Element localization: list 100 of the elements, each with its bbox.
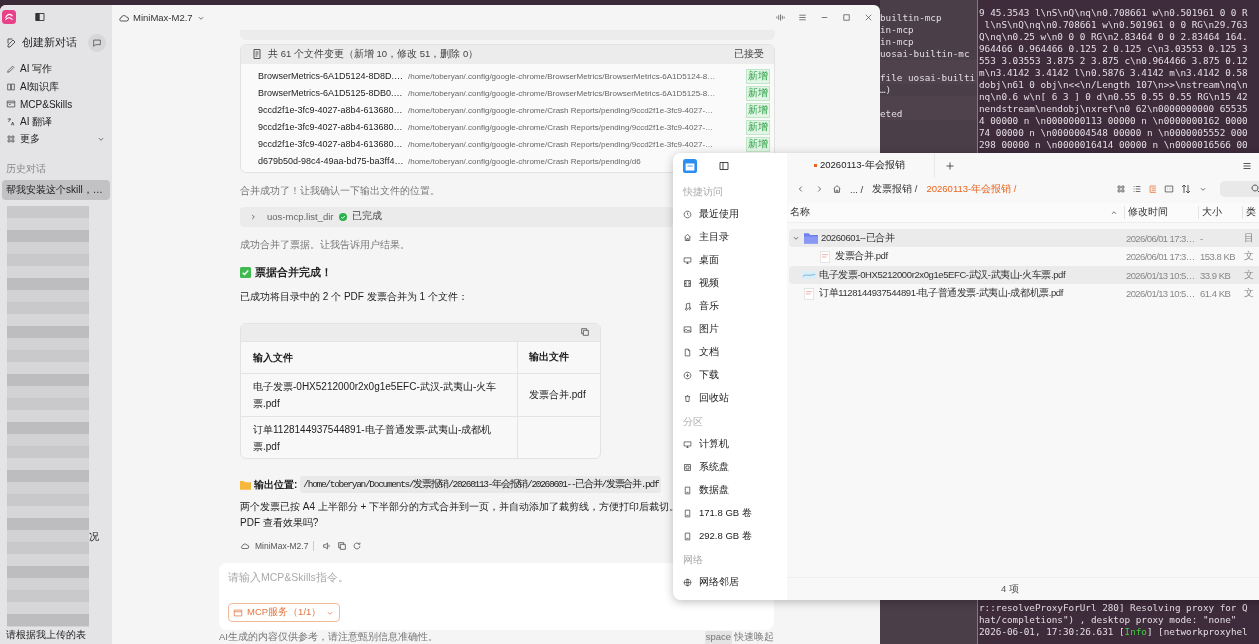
grid-icon [6,134,16,145]
sidebar-item-label: 图片 [699,323,719,336]
file-name[interactable]: 9ccd2f1e-3fc9-4027-a8b4-613680… [258,139,408,150]
sidebar-item[interactable]: 音乐 [683,295,787,318]
sidebar-item[interactable]: 文档 [683,341,787,364]
history-item[interactable]: 帮我安装这个skill，… [2,179,110,200]
maximize-icon[interactable] [841,12,852,23]
table-cell: 订单1128144937544891-电子普通发票-武夷山-成都机票.pdf [241,416,518,458]
modified-time: 2026/01/13 10:5… [1126,269,1196,281]
monitor-icon [683,440,692,449]
history-item[interactable]: 请根据我上传的表 [0,627,112,644]
nav-label: MCP&Skills [20,98,73,110]
sidebar-item[interactable]: 网络邻居 [683,571,787,594]
close-icon[interactable] [863,12,874,23]
copy-icon[interactable] [337,541,348,551]
added-badge: 新增 [746,119,770,135]
column-header[interactable]: 修改时间 [1124,206,1198,219]
table-header: 输出文件 [528,350,570,365]
file-row[interactable]: 20260601--已合并 2026/06/01 17:3… - 目 [789,229,1259,247]
file-name[interactable]: 9ccd2f1e-3fc9-4027-a8b4-613680… [258,122,408,133]
sidebar-item[interactable]: 数据盘 [683,479,787,502]
sidebar-item[interactable]: 系统盘 [683,456,787,479]
file-path: /home/toberyan/.config/google-chrome/Crash Reports/pending/9ccd2f1e-3fc9-4027-… [408,105,714,115]
chat-bubble-button[interactable] [88,34,106,52]
terminal-line: 964466 0.964466 0.125 2 0.125 c\n3.03553 0.125 3 [979,43,1249,55]
nav-label: AI 写作 [20,62,53,77]
file-row[interactable]: 发票合并.pdf 2026/06/01 17:3… 153.8 KB 文 [789,247,1259,266]
terminal-line: nendstream\nendobj\nxref\n0 62\n0000000000 65535 [979,103,1249,115]
menu-icon[interactable] [797,12,808,23]
sidebar-item[interactable]: 图片 [683,318,787,341]
sidebar-item[interactable]: 回收站 [683,387,787,410]
sort-icon[interactable] [1179,183,1192,195]
new-chat-button[interactable]: 创建新对话 [6,36,77,50]
tree-view-icon[interactable] [1147,184,1158,194]
file-name[interactable]: BrowserMetrics-6A1D5124-8D8D.… [258,71,408,82]
file-name: 发票合并.pdf [835,250,888,263]
sidebar-nav-item[interactable]: AI知识库 [0,80,112,93]
terminal-line: hat/completions") , desktop proxy mode: "none" [979,614,1238,626]
column-header[interactable]: 类 [1242,206,1256,219]
terminal-line: 553 3.03553 3.875 2 3.875 c\n0.964466 3.875 0.12 [979,55,1249,67]
file-name[interactable]: BrowserMetrics-6A1D5125-8DB0.… [258,88,408,99]
list-view-icon[interactable] [1131,184,1142,194]
sidebar-nav-item[interactable]: AI 翻译 [0,115,112,128]
item-count: 4 项 [1001,582,1019,596]
model-name: MiniMax-M2.7 [255,541,315,551]
history-item-fragment: 况 [89,529,99,544]
sidebar-item-label: 计算机 [699,438,729,451]
sidebar-item[interactable]: 292.8 GB 卷 [683,525,787,548]
breadcrumb[interactable]: ... / [850,183,868,195]
sidebar-item[interactable]: 计算机 [683,433,787,456]
added-badge: 新增 [746,85,770,101]
file-type: 文 [1244,268,1254,282]
sidebar-toggle-icon[interactable] [34,11,46,23]
sidebar-item-label: 下载 [699,369,719,382]
sidebar-item[interactable]: 视频 [683,272,787,295]
sidebar-nav-item[interactable]: MCP&Skills [0,98,112,111]
message-input[interactable]: 请输入MCP&Skills指令。 [228,571,648,583]
tool-call-row[interactable]: uos-mcp.list_dir 已完成 [240,206,673,227]
copy-icon[interactable] [580,327,590,338]
sidebar-item-label: 视频 [699,277,719,290]
translate-icon [6,116,16,127]
grid-view-icon[interactable] [1115,184,1126,194]
table-header: 输入文件 [241,341,518,373]
file-name[interactable]: 9ccd2f1e-3fc9-4027-a8b4-613680… [258,105,408,116]
column-header[interactable]: 名称 [787,206,1109,219]
search-field[interactable] [1219,181,1259,197]
terminal-line: 298 00000 n \n0000016414 00000 n \n0000016566 00 [979,139,1249,151]
home-icon[interactable] [832,184,842,194]
file-row[interactable]: 电子发票-0HX5212000r2x0g1e5EFC-武汉-武夷山-火车票.pdf 2026/01/13 10:5… 33.9 KB 文 [789,266,1259,284]
sidebar-item-label: 171.8 GB 卷 [699,507,752,520]
waveform-icon[interactable] [775,12,786,23]
refresh-icon[interactable] [352,541,363,551]
column-header[interactable]: 大小 [1198,206,1242,219]
breadcrumb[interactable]: 发票报销 / [872,182,922,196]
file-row[interactable]: 订单1128144937544891-电子普通发票-武夷山-成都机票.pdf 2026/01/13 10:5… 61.4 KB 文 [789,284,1259,303]
model-selector[interactable]: MiniMax-M2.7 [118,11,206,24]
network-icon [683,578,692,587]
sidebar-item[interactable]: 最近使用 [683,203,787,226]
preview-view-icon[interactable] [1163,184,1174,194]
book-icon [6,81,16,92]
sidebar-item[interactable]: 171.8 GB 卷 [683,502,787,525]
search-icon [1249,183,1259,195]
speaker-icon[interactable] [322,541,333,551]
file-path: /home/toberyan/.config/google-chrome/Crash Reports/pending/9ccd2f1e-3fc9-4027-… [408,122,714,132]
sidebar-item[interactable]: 下载 [683,364,787,387]
file-path: /home/toberyan/.config/google-chrome/BrowserMetrics/BrowserMetrics-6A1D5124-8… [408,71,716,81]
sidebar-toggle-icon[interactable] [718,160,730,172]
added-badge: 新增 [746,102,770,118]
sidebar-nav-item[interactable]: AI 写作 [0,63,112,76]
folder-tab[interactable]: 20260113-年会报销 [787,153,935,178]
disclaimer: AI生成的内容仅供参考，请注意甄别信息准确性。 [219,631,438,644]
check-mark-icon [240,267,251,279]
file-name[interactable]: d679b50d-98c4-49aa-bd75-ba3ff4… [258,156,408,167]
sidebar-nav-item[interactable]: 更多 [0,133,112,146]
file-manager-logo-icon [683,159,697,173]
terminal-line: uosai-builtin-mc [880,48,971,60]
edit-icon [6,37,18,49]
sidebar-item[interactable]: 主目录 [683,226,787,249]
sidebar-item[interactable]: 桌面 [683,249,787,272]
result-summary: 两个发票已按 A4 上半部分 + 下半部分的方式合并到一页，并自动添加了裁剪线，方便打印后裁切。 PDF 查看效果吗? [240,500,680,530]
